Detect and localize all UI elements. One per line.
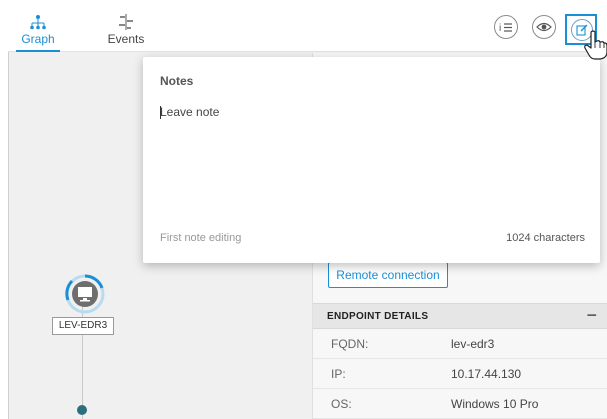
detail-key: FQDN: (331, 337, 369, 351)
events-list-icon (119, 14, 133, 30)
svg-text:i: i (499, 23, 501, 33)
endpoint-details-header[interactable]: ENDPOINT DETAILS − (313, 303, 607, 329)
tab-events[interactable]: Events (98, 0, 154, 52)
hand-cursor-icon (584, 30, 607, 60)
notes-title: Notes (160, 74, 194, 88)
detail-value: lev-edr3 (451, 337, 495, 351)
character-count: 1024 characters (506, 232, 585, 244)
graph-tree-icon (30, 15, 46, 30)
eye-icon (536, 22, 552, 32)
detail-value: Windows 10 Pro (451, 397, 539, 411)
tab-graph[interactable]: Graph (16, 0, 60, 52)
list-view-button[interactable]: i (494, 15, 518, 39)
detail-row-os: OS: Windows 10 Pro (313, 389, 607, 419)
top-bar: Graph Events i (8, 0, 607, 52)
detail-key: IP: (331, 367, 346, 381)
detail-row-ip: IP: 10.17.44.130 (313, 359, 607, 389)
remote-connection-button[interactable]: Remote connection (328, 262, 448, 288)
section-title: ENDPOINT DETAILS (327, 311, 429, 322)
node-endpoint[interactable] (58, 273, 112, 315)
node-label: LEV-EDR3 (52, 317, 114, 335)
detail-row-fqdn: FQDN: lev-edr3 (313, 329, 607, 359)
child-node[interactable] (77, 405, 87, 415)
detail-value: 10.17.44.130 (451, 367, 522, 381)
notes-status: First note editing (160, 232, 242, 244)
watch-button[interactable] (532, 15, 556, 39)
tab-events-label: Events (107, 32, 145, 46)
list-icon: i (499, 23, 512, 33)
collapse-icon[interactable]: − (586, 305, 597, 326)
tab-graph-label: Graph (21, 32, 55, 46)
notes-popup: Notes First note editing 1024 characters (143, 57, 600, 263)
text-caret (160, 106, 161, 119)
detail-key: OS: (331, 397, 352, 411)
note-input[interactable] (160, 105, 580, 225)
